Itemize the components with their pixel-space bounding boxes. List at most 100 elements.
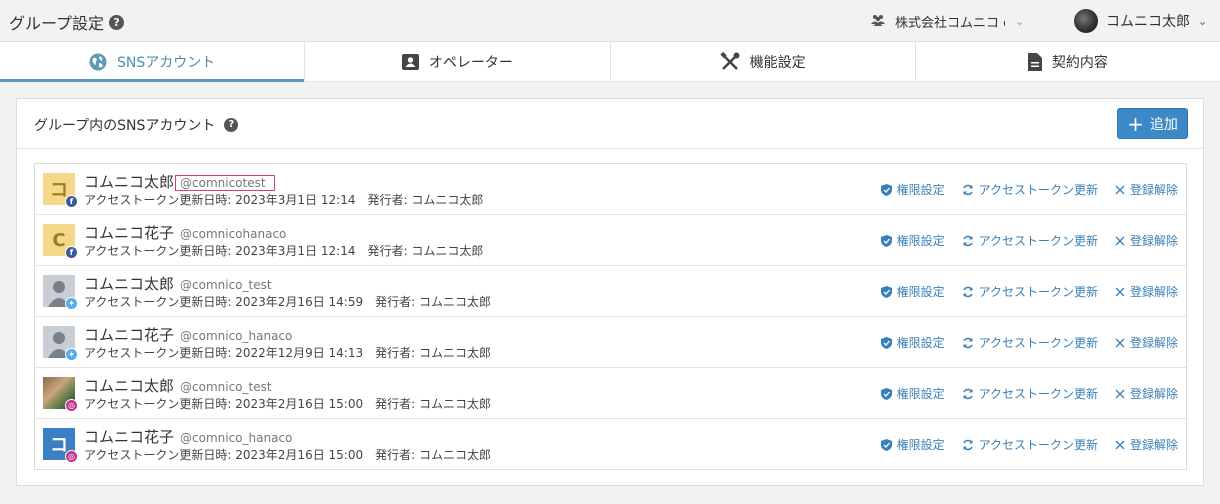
company-selector[interactable]: 株式会社コムニコ comnico ⌄ [871, 12, 1024, 31]
refresh-token-link[interactable]: アクセストークン更新 [962, 436, 1098, 453]
permissions-link[interactable]: 権限設定 [880, 283, 945, 300]
account-name: コムニコ太郎 [84, 173, 175, 191]
account-handle: @comnico_test [180, 278, 272, 292]
twitter-icon: ✦ [65, 348, 78, 361]
row-actions: 権限設定 アクセストークン更新 登録解除 [864, 385, 1178, 402]
company-name: 株式会社コムニコ comnico [895, 16, 1005, 31]
id-card-icon [401, 53, 419, 70]
plus-icon: + [1127, 111, 1144, 136]
account-name-line: コムニコ太郎 @comnico_test [84, 273, 272, 294]
help-icon[interactable]: ? [224, 118, 239, 132]
token-updated-info: アクセストークン更新日時: 2023年3月1日 12:14 発行者: コムニコ太… [84, 244, 484, 258]
row-actions: 権限設定 アクセストークン更新 登録解除 [864, 283, 1178, 300]
tab-label: オペレーター [428, 54, 513, 71]
unregister-link[interactable]: 登録解除 [1115, 181, 1178, 198]
tab-label: SNSアカウント [117, 54, 216, 71]
token-updated-info: アクセストークン更新日時: 2023年3月1日 12:14 発行者: コムニコ太… [84, 193, 484, 207]
close-icon [1115, 287, 1125, 297]
tab-sns-accounts[interactable]: SNSアカウント [0, 42, 306, 82]
refresh-icon [962, 286, 974, 298]
close-icon [1115, 185, 1125, 195]
account-avatar: コ ◎ [43, 428, 78, 463]
tab-operators[interactable]: オペレーター [305, 42, 611, 81]
permissions-link[interactable]: 権限設定 [880, 436, 945, 453]
refresh-icon [962, 337, 974, 349]
permissions-link[interactable]: 権限設定 [880, 232, 945, 249]
refresh-icon [962, 388, 974, 400]
refresh-token-link[interactable]: アクセストークン更新 [962, 181, 1098, 198]
unregister-label: 登録解除 [1129, 387, 1178, 401]
chevron-down-icon: ⌄ [1015, 15, 1025, 28]
unregister-link[interactable]: 登録解除 [1115, 385, 1178, 402]
permissions-label: 権限設定 [896, 387, 945, 401]
account-name-line: コムニコ花子 @comnico_hanaco [84, 324, 292, 345]
account-avatar: ◎ [43, 377, 78, 412]
row-actions: 権限設定 アクセストークン更新 登録解除 [864, 181, 1178, 198]
refresh-token-label: アクセストークン更新 [978, 285, 1098, 299]
account-avatar: C f [43, 224, 78, 259]
account-row: コ f コムニコ太郎 @comnicotest アクセストークン更新日時: 20… [35, 164, 1186, 215]
unregister-link[interactable]: 登録解除 [1115, 232, 1178, 249]
refresh-token-label: アクセストークン更新 [978, 234, 1098, 248]
account-name-line: コムニコ花子 @comnicohanaco [84, 222, 286, 243]
account-handle: @comnicotest [175, 175, 275, 191]
help-icon[interactable]: ? [109, 14, 125, 30]
token-updated-info: アクセストークン更新日時: 2023年2月16日 15:00 発行者: コムニコ… [84, 448, 491, 462]
refresh-token-label: アクセストークン更新 [978, 438, 1098, 452]
close-icon [1115, 236, 1125, 246]
unregister-label: 登録解除 [1129, 234, 1178, 248]
permissions-link[interactable]: 権限設定 [880, 181, 945, 198]
unregister-label: 登録解除 [1129, 336, 1178, 350]
account-handle: @comnicohanaco [180, 227, 287, 241]
permissions-label: 権限設定 [896, 285, 945, 299]
facebook-icon: f [65, 246, 78, 259]
account-name: コムニコ花子 [84, 326, 175, 344]
shield-icon [880, 234, 892, 247]
account-row: ◎ コムニコ太郎 @comnico_test アクセストークン更新日時: 202… [35, 368, 1186, 419]
refresh-icon [962, 439, 974, 451]
refresh-token-link[interactable]: アクセストークン更新 [962, 283, 1098, 300]
account-name: コムニコ花子 [84, 224, 175, 242]
panel-title: グループ内のSNSアカウント [34, 118, 216, 134]
tab-bar: SNSアカウント オペレーター 機能設定 契約内容 [0, 42, 1220, 82]
user-name: コムニコ太郎 [1106, 14, 1190, 30]
tab-feature-settings[interactable]: 機能設定 [611, 42, 916, 81]
unregister-link[interactable]: 登録解除 [1115, 283, 1178, 300]
panel-header: グループ内のSNSアカウント ? + 追加 [17, 99, 1203, 149]
refresh-token-link[interactable]: アクセストークン更新 [962, 232, 1098, 249]
close-icon [1115, 389, 1125, 399]
permissions-label: 権限設定 [896, 336, 945, 350]
permissions-link[interactable]: 権限設定 [880, 385, 945, 402]
tab-contract[interactable]: 契約内容 [916, 42, 1220, 81]
instagram-icon: ◎ [65, 399, 78, 412]
token-updated-info: アクセストークン更新日時: 2023年2月16日 14:59 発行者: コムニコ… [84, 295, 491, 309]
token-updated-info: アクセストークン更新日時: 2022年12月9日 14:13 発行者: コムニコ… [84, 346, 491, 360]
refresh-token-link[interactable]: アクセストークン更新 [962, 385, 1098, 402]
panel-title-area: グループ内のSNSアカウント ? [34, 115, 239, 135]
add-button[interactable]: + 追加 [1117, 108, 1188, 139]
instagram-icon: ◎ [65, 450, 78, 463]
unregister-link[interactable]: 登録解除 [1115, 436, 1178, 453]
account-name-line: コムニコ太郎 @comnico_test [84, 375, 272, 396]
tab-label: 機能設定 [749, 54, 806, 71]
shield-icon [880, 285, 892, 298]
unregister-label: 登録解除 [1129, 438, 1178, 452]
user-menu[interactable]: コムニコ太郎 ⌄ [1074, 9, 1207, 33]
document-icon [1027, 52, 1042, 71]
globe-icon [89, 53, 107, 71]
token-updated-info: アクセストークン更新日時: 2023年2月16日 15:00 発行者: コムニコ… [84, 397, 491, 411]
refresh-token-link[interactable]: アクセストークン更新 [962, 334, 1098, 351]
users-icon [871, 14, 885, 30]
unregister-link[interactable]: 登録解除 [1115, 334, 1178, 351]
account-name: コムニコ太郎 [84, 377, 175, 395]
row-actions: 権限設定 アクセストークン更新 登録解除 [864, 436, 1178, 453]
account-avatar: ✦ [43, 326, 78, 361]
account-handle: @comnico_hanaco [180, 431, 293, 445]
sns-accounts-panel: グループ内のSNSアカウント ? + 追加 コ f コムニコ太郎 @comnic… [16, 98, 1204, 486]
tab-label: 契約内容 [1051, 54, 1108, 71]
page-title: グループ設定 [9, 14, 105, 33]
permissions-link[interactable]: 権限設定 [880, 334, 945, 351]
account-list: コ f コムニコ太郎 @comnicotest アクセストークン更新日時: 20… [34, 163, 1187, 470]
account-name-line: コムニコ太郎 @comnicotest [84, 171, 275, 192]
account-row: コ ◎ コムニコ花子 @comnico_hanaco アクセストークン更新日時:… [35, 419, 1186, 469]
